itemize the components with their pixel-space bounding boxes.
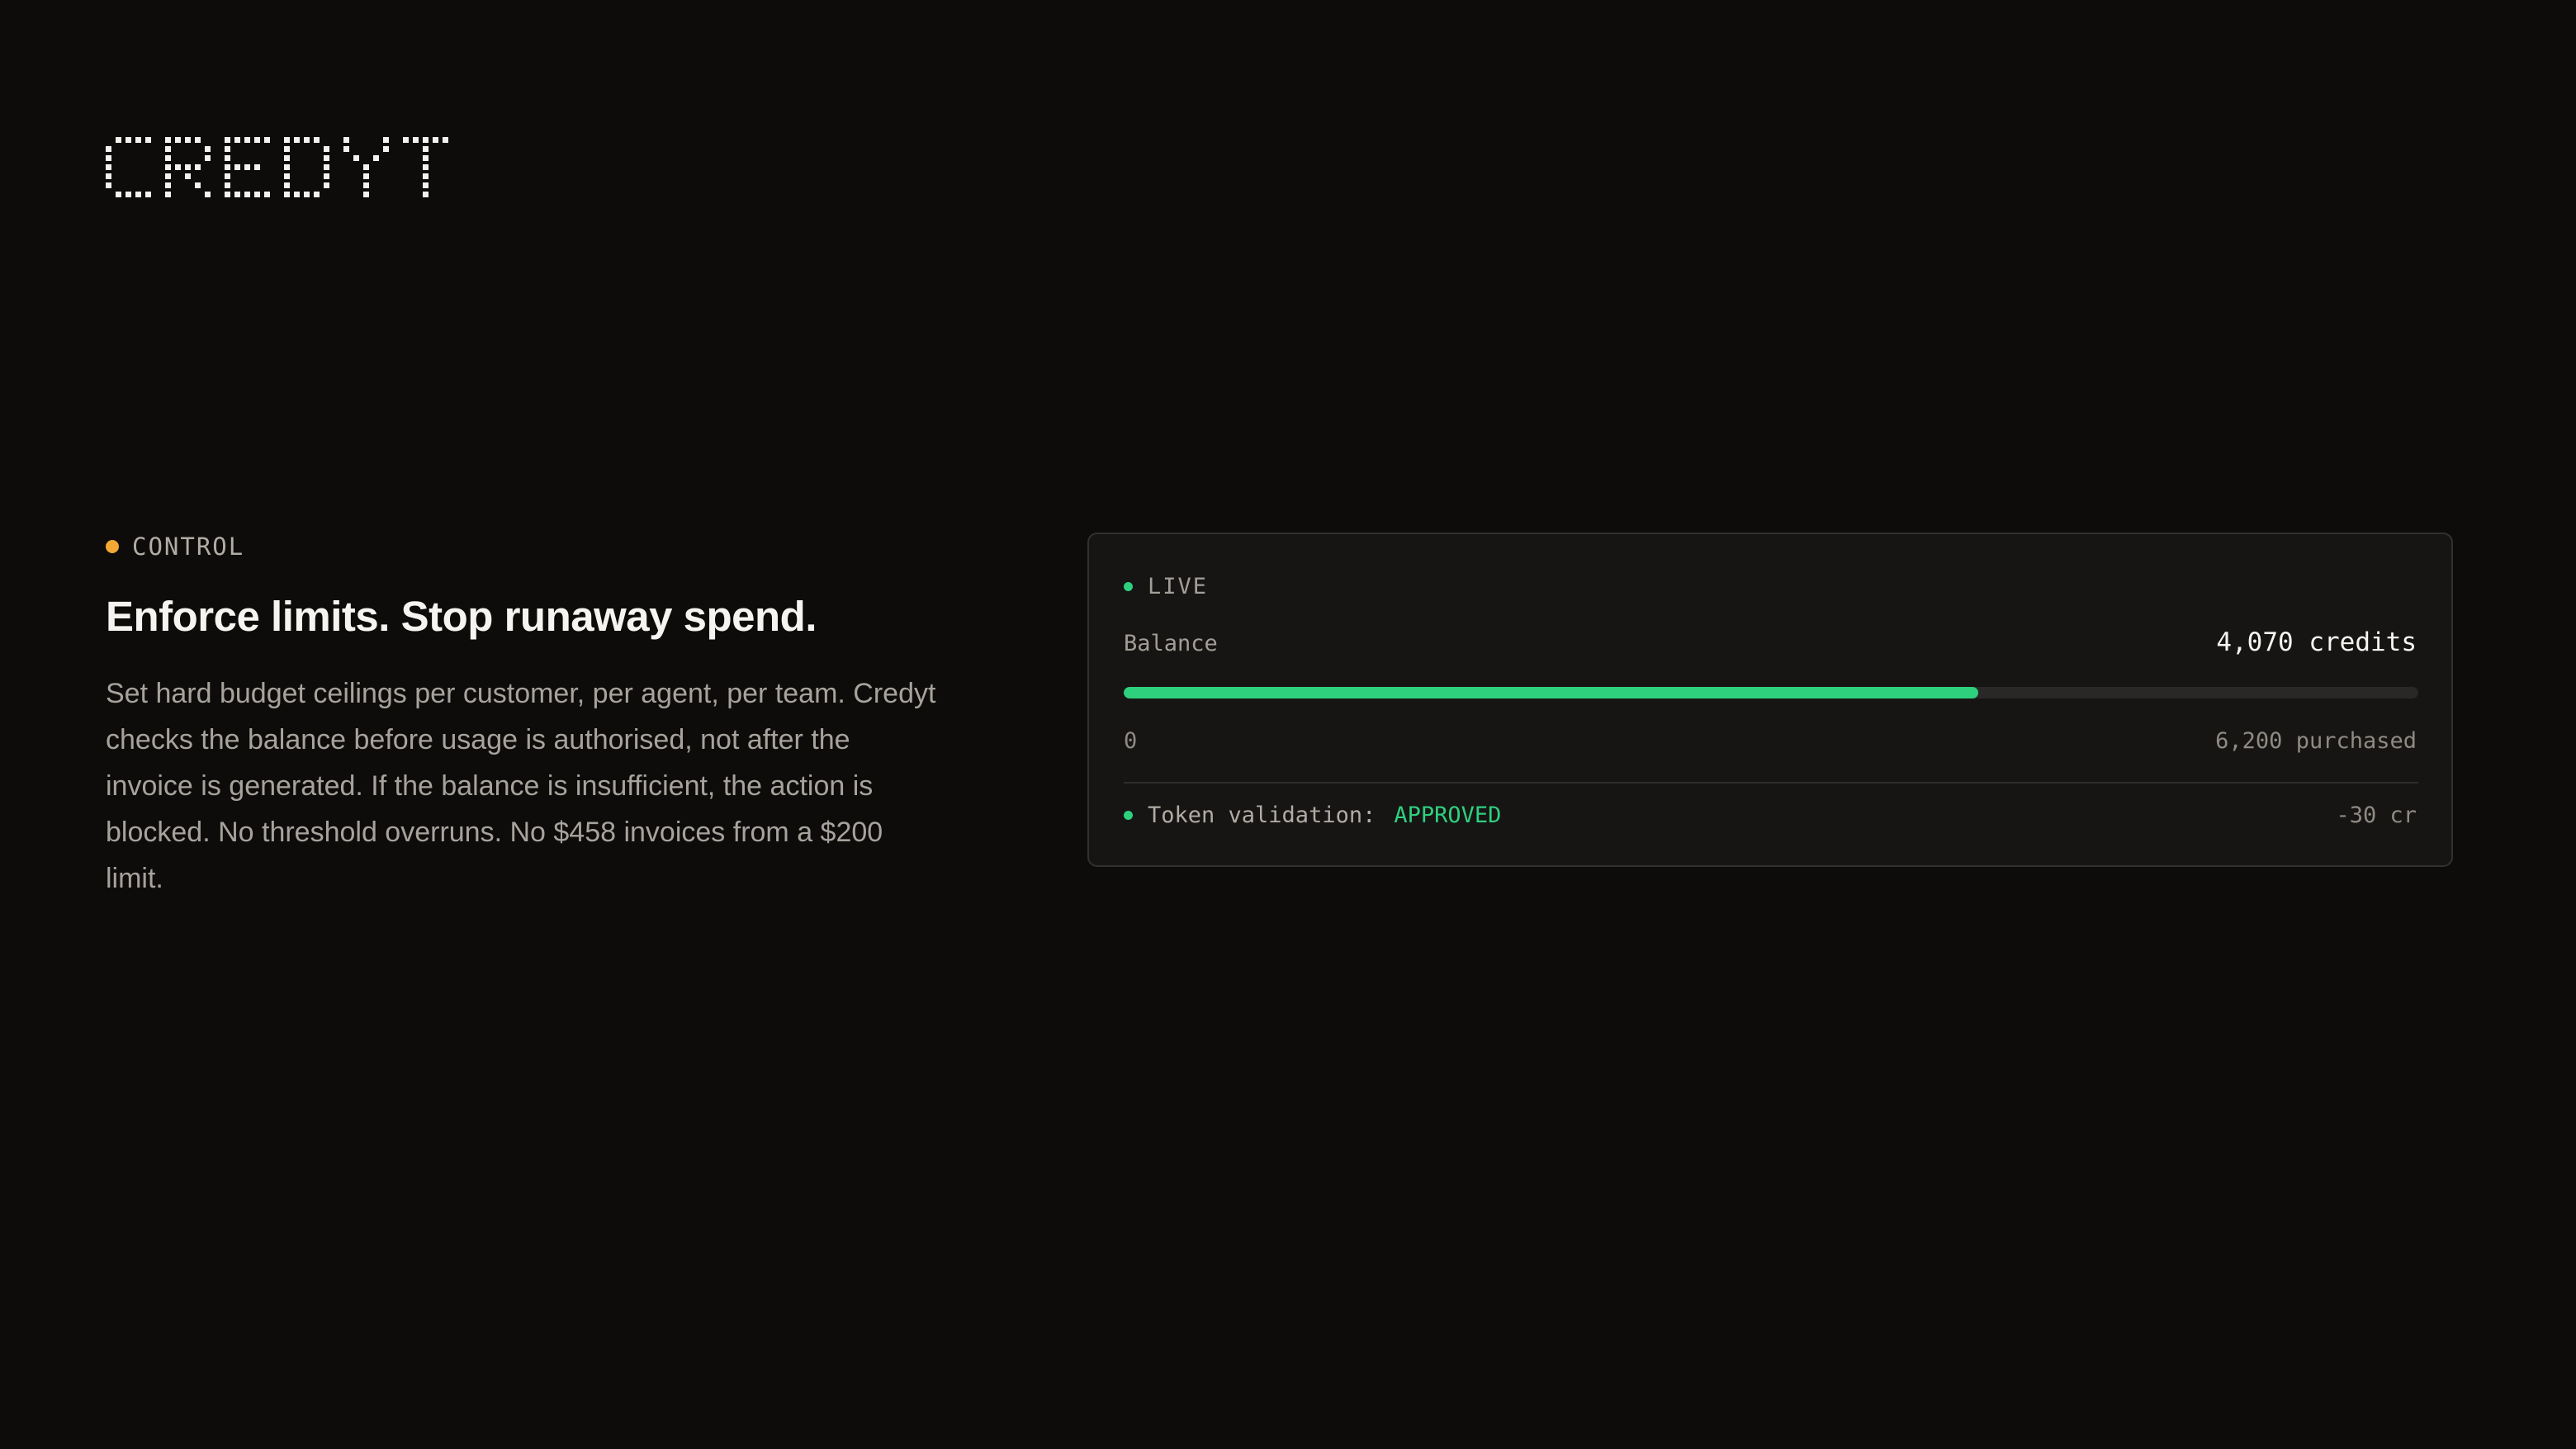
amber-dot-icon [106, 540, 119, 553]
section-eyebrow: CONTROL [106, 533, 956, 561]
balance-progress-bar [1124, 687, 2418, 698]
balance-progress-fill [1124, 687, 1978, 698]
logo-letter [106, 137, 152, 198]
live-indicator: LIVE [1124, 574, 1208, 599]
balance-card: LIVE Balance 4,070 credits 0 6,200 purch… [1087, 533, 2453, 867]
logo-letter [403, 137, 449, 198]
section-headline: Enforce limits. Stop runaway spend. [106, 593, 817, 640]
brand-logo[interactable] [106, 137, 449, 198]
range-max-label: 6,200 purchased [2215, 728, 2417, 754]
card-divider [1124, 782, 2418, 784]
token-validation-status: APPROVED [1394, 803, 1502, 828]
token-validation-row: Token validation: APPROVED [1124, 803, 1501, 828]
balance-label: Balance [1124, 631, 1218, 656]
token-validation-label: Token validation: [1148, 803, 1376, 828]
section-body: Set hard budget ceilings per customer, p… [106, 678, 936, 894]
eyebrow-label: CONTROL [132, 533, 245, 561]
logo-letter [284, 137, 330, 198]
range-min-label: 0 [1124, 728, 1138, 754]
live-label: LIVE [1148, 574, 1209, 599]
logo-letter [165, 137, 211, 198]
balance-value: 4,070 credits [2216, 627, 2417, 657]
token-status-dot-icon [1124, 811, 1133, 820]
logo-letter [225, 137, 271, 198]
token-cost: -30 cr [2336, 803, 2417, 828]
logo-letter [343, 137, 390, 198]
control-section: CONTROL Enforce limits. Stop runaway spe… [106, 533, 956, 902]
live-dot-icon [1124, 582, 1133, 591]
